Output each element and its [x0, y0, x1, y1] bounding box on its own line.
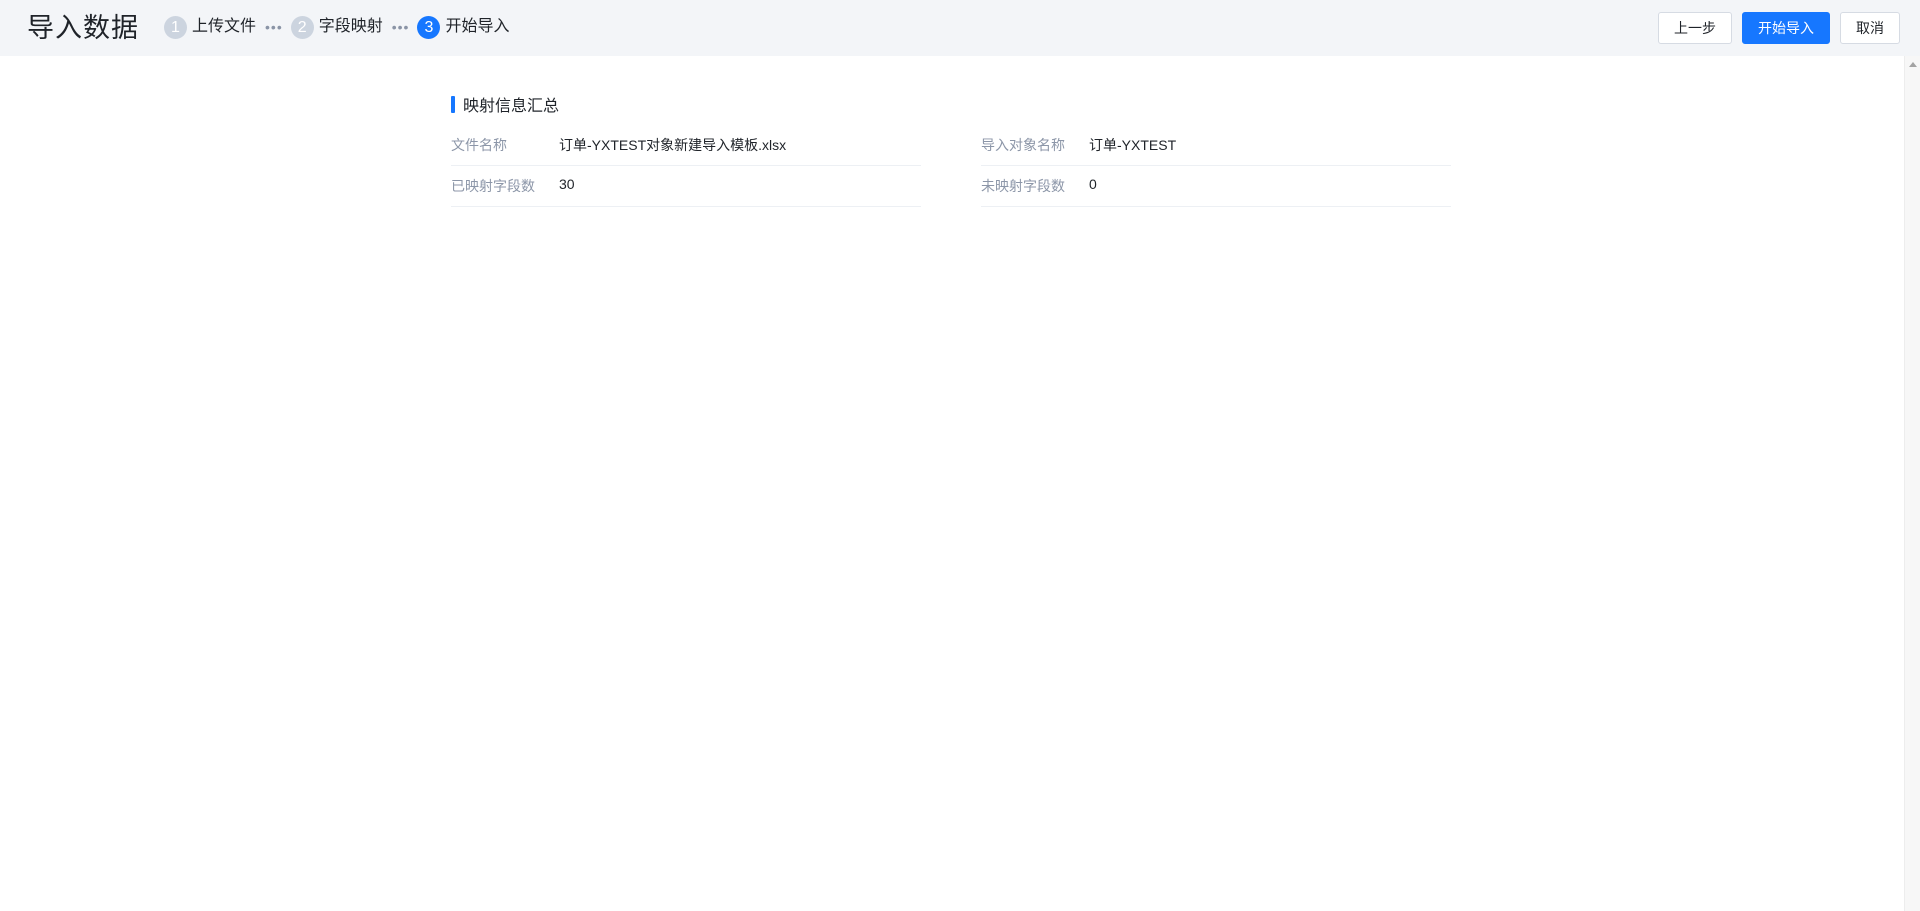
- summary-label: 导入对象名称: [981, 137, 1065, 153]
- page-title: 导入数据: [27, 13, 139, 43]
- summary-item-file-name: 文件名称 订单-YXTEST对象新建导入模板.xlsx: [451, 125, 921, 166]
- step-label: 开始导入: [445, 18, 510, 35]
- summary-label: 已映射字段数: [451, 178, 535, 194]
- scroll-up-arrow-icon[interactable]: [1909, 62, 1917, 67]
- prev-step-button[interactable]: 上一步: [1658, 12, 1732, 44]
- summary-item-mapped-count: 已映射字段数 30: [451, 166, 921, 207]
- page-header: 导入数据 1 上传文件 ••• 2 字段映射 ••• 3 开始导入 上一步 开始…: [0, 0, 1920, 56]
- summary-label: 未映射字段数: [981, 178, 1065, 194]
- title-accent-bar: [451, 95, 455, 113]
- step-field-mapping: 2 字段映射: [290, 15, 383, 39]
- step-number: 2: [290, 15, 314, 39]
- vertical-scrollbar[interactable]: [1904, 56, 1920, 911]
- summary-label: 文件名称: [451, 137, 507, 153]
- summary-value: 订单-YXTEST对象新建导入模板.xlsx: [559, 137, 787, 153]
- summary-value: 0: [1089, 176, 1097, 192]
- summary-item-unmapped-count: 未映射字段数 0: [981, 166, 1451, 207]
- step-separator: •••: [391, 19, 410, 35]
- step-label: 字段映射: [318, 18, 383, 35]
- section-title-text: 映射信息汇总: [463, 98, 560, 115]
- step-separator: •••: [265, 19, 283, 35]
- step-start-import: 3 开始导入: [417, 15, 509, 39]
- import-steps: 1 上传文件 ••• 2 字段映射 ••• 3 开始导入: [164, 15, 509, 39]
- step-upload-file: 1 上传文件: [164, 15, 256, 39]
- summary-value: 订单-YXTEST: [1089, 137, 1177, 153]
- summary-value: 30: [559, 176, 575, 192]
- mapping-summary: 映射信息汇总 文件名称 订单-YXTEST对象新建导入模板.xlsx 导入对象名…: [451, 93, 1453, 207]
- summary-item-object-name: 导入对象名称 订单-YXTEST: [981, 125, 1451, 166]
- step-number: 1: [164, 15, 187, 39]
- start-import-button[interactable]: 开始导入: [1742, 12, 1830, 44]
- section-title: 映射信息汇总: [451, 93, 1453, 115]
- cancel-button[interactable]: 取消: [1840, 12, 1900, 44]
- step-label: 上传文件: [192, 18, 257, 35]
- header-actions: 上一步 开始导入 取消: [1648, 12, 1900, 44]
- step-number: 3: [417, 15, 441, 39]
